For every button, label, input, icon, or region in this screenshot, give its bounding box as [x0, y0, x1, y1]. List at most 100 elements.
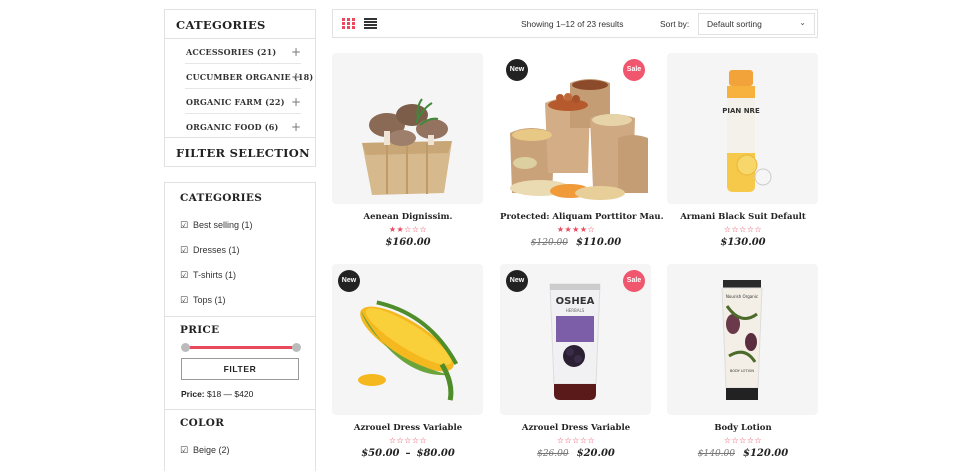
- filter-checkbox-tops[interactable]: ☑ Tops (1): [180, 295, 226, 306]
- product-price: $140.00 $120.00: [667, 448, 819, 459]
- categories-title: CATEGORIES: [176, 18, 266, 32]
- body-lotion-tube-image: Nourish Organic BODY LOTION: [721, 280, 763, 400]
- price-range-value: $18 — $420: [207, 389, 254, 399]
- rating-stars: ☆☆☆☆☆: [388, 436, 428, 445]
- sort-label: Sort by:: [660, 19, 690, 29]
- category-item-cucumber-organie[interactable]: CUCUMBER ORGANIE (18) +: [185, 64, 313, 89]
- filter-checkbox-tshirts[interactable]: ☑ T-shirts (1): [180, 270, 236, 281]
- product-card[interactable]: Aenean Dignissim. ★★☆☆☆ $160.00: [332, 53, 484, 248]
- product-name[interactable]: Armani Black Suit Default: [667, 212, 819, 222]
- price-old: $26.00: [537, 449, 569, 459]
- product-name[interactable]: Azrouel Dress Variable: [500, 423, 652, 433]
- checkbox-label: Dresses (1): [193, 245, 240, 255]
- category-item-organic-farm[interactable]: ORGANIC FARM (22) +: [185, 89, 301, 114]
- checkbox-checked-icon[interactable]: ☑: [180, 221, 189, 231]
- checkbox-label: Tops (1): [193, 295, 226, 305]
- product-image[interactable]: PIAN NRE: [667, 53, 818, 204]
- sort-select[interactable]: Default sorting ⌄: [698, 13, 815, 35]
- filter-selection-title: FILTER SELECTION: [176, 146, 310, 160]
- filter-widget: CATEGORIES ☑ Best selling (1) ☑ Dresses (1…: [164, 182, 316, 471]
- filter-checkbox-best-selling[interactable]: ☑ Best selling (1): [180, 220, 253, 231]
- price-title: PRICE: [180, 324, 220, 336]
- expand-plus-icon[interactable]: +: [291, 120, 301, 134]
- checkbox-checked-icon[interactable]: ☑: [180, 246, 189, 256]
- category-label[interactable]: ACCESSORIES (21): [186, 47, 276, 57]
- checkbox-label: T-shirts (1): [193, 270, 237, 280]
- price-current: $160.00: [385, 237, 431, 248]
- category-label[interactable]: ORGANIC FARM (22): [186, 97, 285, 107]
- product-name[interactable]: Body Lotion: [667, 423, 819, 433]
- shop-toolbar: Showing 1–12 of 23 results Sort by: Defa…: [332, 9, 818, 38]
- checkbox-checked-icon[interactable]: ☑: [180, 271, 189, 281]
- price-old: $120.00: [530, 238, 568, 248]
- filter-checkbox-dresses[interactable]: ☑ Dresses (1): [180, 245, 240, 256]
- sale-badge: Sale: [623, 270, 645, 292]
- chevron-down-icon: ⌄: [799, 18, 806, 27]
- category-label[interactable]: ORGANIC FOOD (6): [186, 122, 279, 132]
- price-current: $20.00: [576, 448, 615, 459]
- slider-min-handle[interactable]: [181, 343, 190, 352]
- price-old: $140.00: [697, 449, 735, 459]
- rating-stars: ☆☆☆☆☆: [723, 436, 763, 445]
- rating-stars: ☆☆☆☆☆: [556, 436, 596, 445]
- checkbox-checked-icon[interactable]: ☑: [180, 446, 189, 456]
- product-price: $130.00: [667, 237, 819, 248]
- price-current: $120.00: [742, 448, 789, 459]
- bottle-brand-label: PIAN NRE: [722, 107, 760, 115]
- results-count: Showing 1–12 of 23 results: [521, 19, 624, 29]
- product-card[interactable]: OSHEA HERBALS New Sale Azrouel Dress Var…: [500, 264, 652, 459]
- product-name[interactable]: Azrouel Dress Variable: [332, 423, 484, 433]
- product-name[interactable]: Aenean Dignissim.: [332, 212, 484, 222]
- category-item-organic-food[interactable]: ORGANIC FOOD (6) +: [185, 114, 301, 139]
- tube-brand-label: Nourish Organic: [726, 294, 758, 299]
- list-view-icon[interactable]: [364, 18, 377, 29]
- filter-button[interactable]: FILTER: [181, 358, 299, 380]
- product-image[interactable]: New: [332, 264, 483, 415]
- tube-sub-label: HERBALS: [566, 308, 585, 313]
- filter-checkbox-beige[interactable]: ☑ Beige (2): [180, 445, 230, 456]
- checkbox-label: Best selling (1): [193, 220, 253, 230]
- category-item-accessories[interactable]: ACCESSORIES (21) +: [185, 39, 301, 64]
- price-min: $50.00: [361, 448, 400, 459]
- filter-categories-title: CATEGORIES: [180, 192, 263, 204]
- new-badge: New: [338, 270, 360, 292]
- product-card[interactable]: New Azrouel Dress Variable ☆☆☆☆☆ $50.00–…: [332, 264, 484, 459]
- expand-plus-icon[interactable]: +: [291, 95, 301, 109]
- mushroom-basket-image: [362, 98, 452, 195]
- product-card[interactable]: PIAN NRE Armani Black Suit Default ☆☆☆☆☆…: [667, 53, 819, 248]
- product-image[interactable]: New Sale: [500, 53, 651, 204]
- product-image[interactable]: [332, 53, 483, 204]
- price-range-text: Price: $18 — $420: [181, 389, 253, 399]
- price-current: $110.00: [575, 237, 622, 248]
- divider: [165, 316, 315, 317]
- slider-max-handle[interactable]: [292, 343, 301, 352]
- product-card[interactable]: Nourish Organic BODY LOTION Body Lotion …: [667, 264, 819, 459]
- categories-list: ACCESSORIES (21) + CUCUMBER ORGANIE (18)…: [165, 38, 315, 139]
- bottle-label-overlay: PIAN NRE: [722, 107, 760, 115]
- product-price: $120.00 $110.00: [500, 237, 652, 248]
- rating-stars: ★★☆☆☆: [388, 225, 428, 234]
- product-card[interactable]: New Sale Protected: Aliquam Porttitor Ma…: [500, 53, 664, 248]
- product-image[interactable]: OSHEA HERBALS New Sale: [500, 264, 651, 415]
- price-range-slider[interactable]: [181, 343, 301, 352]
- divider: [165, 137, 315, 138]
- product-name[interactable]: Protected: Aliquam Porttitor Mau.: [500, 212, 664, 222]
- price-label: Price:: [181, 389, 205, 399]
- product-price: $160.00: [332, 237, 484, 248]
- divider: [165, 409, 315, 410]
- checkbox-checked-icon[interactable]: ☑: [180, 296, 189, 306]
- product-image[interactable]: Nourish Organic BODY LOTION: [667, 264, 818, 415]
- grid-view-icon[interactable]: [342, 18, 356, 30]
- sale-badge: Sale: [623, 59, 645, 81]
- rating-stars: ☆☆☆☆☆: [723, 225, 763, 234]
- new-badge: New: [506, 270, 528, 292]
- expand-plus-icon[interactable]: +: [291, 45, 301, 59]
- tube-sub-label: BODY LOTION: [730, 369, 754, 373]
- new-badge: New: [506, 59, 528, 81]
- expand-plus-icon[interactable]: +: [291, 70, 301, 84]
- price-max: $80.00: [416, 448, 455, 459]
- tube-brand-label: OSHEA: [556, 296, 595, 307]
- checkbox-label: Beige (2): [193, 445, 230, 455]
- product-categories-widget: CATEGORIES ACCESSORIES (21) + CUCUMBER O…: [164, 9, 316, 167]
- product-price: $50.00– $80.00: [361, 448, 455, 459]
